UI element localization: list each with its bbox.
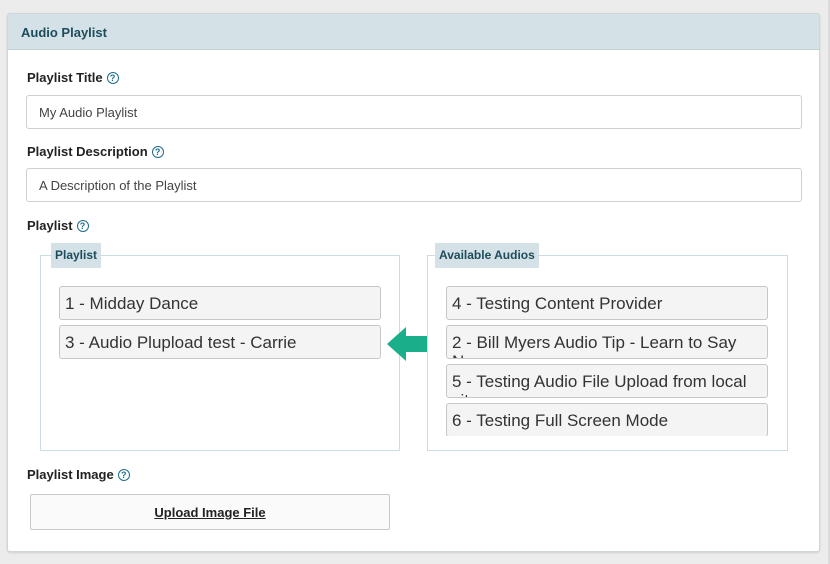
audio-playlist-panel: Audio Playlist Playlist Title ? Playlist…	[7, 13, 820, 552]
available-item[interactable]: 6 - Testing Full Screen Mode	[446, 403, 768, 436]
playlist-box-legend: Playlist	[51, 243, 102, 268]
question-circle-icon[interactable]: ?	[117, 468, 130, 481]
playlist-title-label: Playlist Title ?	[27, 70, 119, 85]
playlist-item[interactable]: 1 - Midday Dance	[59, 286, 381, 320]
playlist-label-text: Playlist	[27, 218, 73, 233]
panel-header: Audio Playlist	[8, 14, 819, 50]
available-items-list[interactable]: 4 - Testing Content Provider 2 - Bill My…	[446, 286, 768, 436]
available-audios-box: Available Audios 4 - Testing Content Pro…	[427, 243, 788, 451]
playlist-items-list: 1 - Midday Dance 3 - Audio Plupload test…	[59, 286, 381, 436]
playlist-title-label-text: Playlist Title	[27, 70, 103, 85]
available-item[interactable]: 2 - Bill Myers Audio Tip - Learn to Say …	[446, 325, 768, 359]
playlist-description-label: Playlist Description ?	[27, 144, 164, 159]
question-circle-icon[interactable]: ?	[76, 219, 89, 232]
panel-title: Audio Playlist	[21, 25, 107, 40]
playlist-box: Playlist 1 - Midday Dance 3 - Audio Plup…	[40, 243, 400, 451]
question-circle-icon[interactable]: ?	[151, 145, 164, 158]
playlist-image-label-text: Playlist Image	[27, 467, 114, 482]
playlist-item[interactable]: 3 - Audio Plupload test - Carrie	[59, 325, 381, 359]
playlist-image-label: Playlist Image ?	[27, 467, 130, 482]
available-item[interactable]: 4 - Testing Content Provider	[446, 286, 768, 320]
upload-image-button[interactable]: Upload Image File	[30, 494, 390, 530]
available-item[interactable]: 5 - Testing Audio File Upload from local…	[446, 364, 768, 398]
playlist-title-input[interactable]	[26, 95, 802, 129]
available-audios-legend: Available Audios	[435, 243, 539, 268]
question-circle-icon[interactable]: ?	[106, 71, 119, 84]
playlist-label: Playlist ?	[27, 218, 89, 233]
playlist-description-label-text: Playlist Description	[27, 144, 148, 159]
playlist-description-input[interactable]	[26, 168, 802, 202]
